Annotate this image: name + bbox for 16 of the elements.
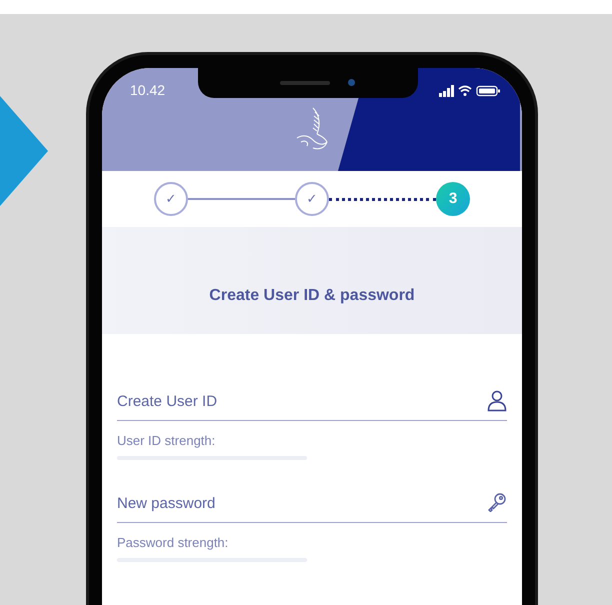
input-field[interactable]: New password — [117, 493, 507, 522]
page-title: Create User ID & password — [209, 286, 415, 306]
current-step: 3 — [436, 182, 470, 216]
wifi-icon — [458, 85, 472, 97]
chevron-arrow-icon — [0, 96, 48, 206]
status-time: 10.42 — [130, 81, 166, 100]
strength-label: User ID strength: — [117, 432, 216, 450]
signal-icon — [439, 85, 454, 97]
key-icon — [487, 492, 507, 512]
completed-step: ✓ — [295, 182, 329, 216]
input-field[interactable]: Create User ID — [117, 391, 507, 420]
strength-label: Password strength: — [117, 534, 230, 552]
completed-step: ✓ — [154, 182, 188, 216]
bird-logo-icon — [295, 106, 329, 152]
user-icon — [487, 390, 507, 412]
battery-icon — [476, 85, 500, 97]
